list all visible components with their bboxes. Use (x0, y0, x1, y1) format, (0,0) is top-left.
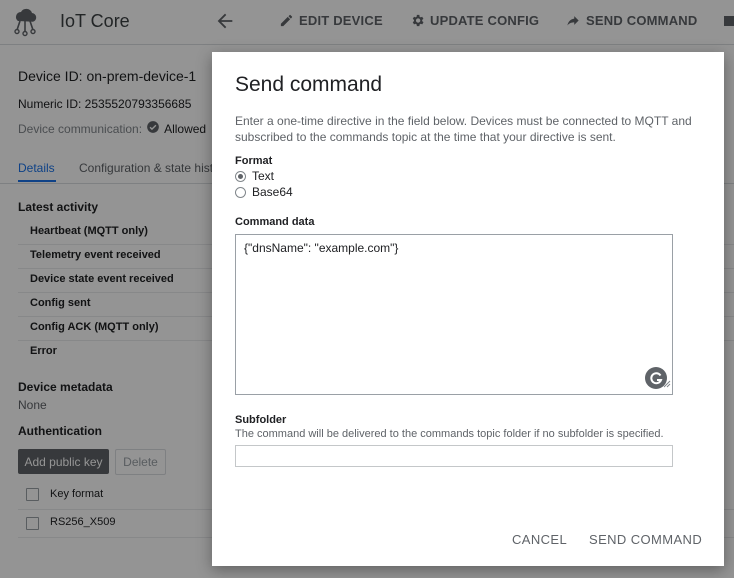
format-option-base64-label: Base64 (252, 185, 293, 199)
dialog-title: Send command (235, 73, 383, 96)
radio-base64[interactable] (235, 186, 246, 198)
subfolder-input[interactable] (235, 445, 673, 467)
cancel-button[interactable]: CANCEL (512, 532, 567, 547)
command-data-label: Command data (235, 216, 315, 228)
send-command-dialog: Send command Enter a one-time directive … (212, 52, 724, 566)
send-command-confirm-button[interactable]: SEND COMMAND (589, 532, 702, 547)
format-label: Format (235, 155, 273, 167)
subfolder-label: Subfolder (235, 414, 287, 426)
dialog-description: Enter a one-time directive in the field … (235, 114, 692, 144)
format-option-text[interactable]: Text (235, 169, 274, 183)
resize-handle-icon[interactable] (663, 375, 671, 393)
radio-text[interactable] (235, 170, 246, 182)
command-data-textarea[interactable]: {"dnsName": "example.com"} (235, 234, 673, 395)
subfolder-hint: The command will be delivered to the com… (235, 428, 664, 440)
command-data-value: {"dnsName": "example.com"} (244, 241, 399, 255)
format-option-text-label: Text (252, 169, 275, 183)
format-option-base64[interactable]: Base64 (235, 185, 293, 199)
